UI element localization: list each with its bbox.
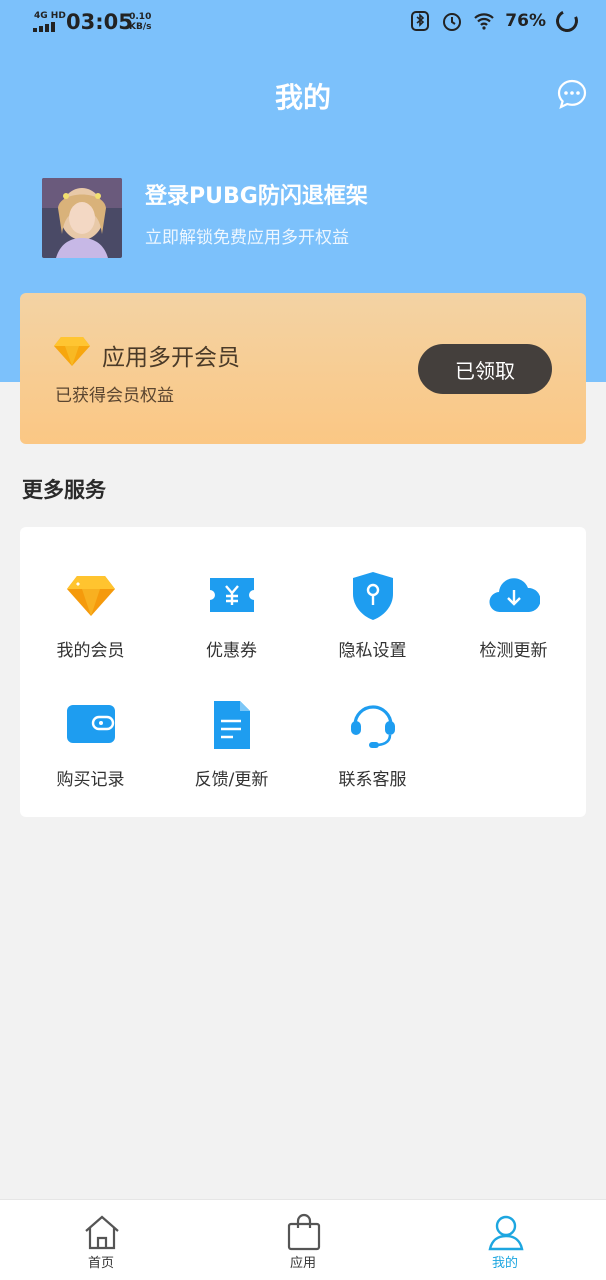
user-icon xyxy=(488,1215,524,1251)
service-label: 隐私设置 xyxy=(338,641,407,661)
bottom-tab-bar: 首页 应用 我的 xyxy=(0,1199,606,1280)
shopping-bag-icon xyxy=(287,1213,321,1251)
diamond-icon xyxy=(54,337,90,366)
shield-icon xyxy=(353,572,393,620)
avatar[interactable] xyxy=(42,178,122,258)
service-contact-support[interactable]: 联系客服 xyxy=(302,699,443,819)
coupon-icon xyxy=(210,578,254,612)
login-subtitle: 立即解锁免费应用多开权益 xyxy=(145,228,349,248)
service-label: 反馈/更新 xyxy=(194,770,269,790)
section-title: 更多服务 xyxy=(22,478,106,502)
cloud-download-icon xyxy=(489,578,540,613)
network-speed: 0.10 KB/s xyxy=(129,12,152,32)
login-title[interactable]: 登录PUBG防闪退框架 xyxy=(145,178,368,210)
status-time: 03:05 xyxy=(66,10,133,34)
service-purchase-history[interactable]: 购买记录 xyxy=(20,699,161,819)
vip-title: 应用多开会员 xyxy=(102,345,240,371)
network-type: 4G HD xyxy=(34,11,66,21)
home-icon xyxy=(85,1215,119,1250)
service-coupon[interactable]: 优惠券 xyxy=(161,570,302,690)
document-icon xyxy=(214,701,250,749)
headset-icon xyxy=(351,705,395,748)
service-my-membership[interactable]: 我的会员 xyxy=(20,570,161,690)
service-label: 购买记录 xyxy=(56,770,125,790)
service-privacy[interactable]: 隐私设置 xyxy=(302,570,443,690)
alarm-icon xyxy=(443,13,462,31)
service-feedback[interactable]: 反馈/更新 xyxy=(161,699,302,819)
tab-mine[interactable]: 我的 xyxy=(404,1200,606,1280)
diamond-icon xyxy=(67,576,115,616)
vip-subtitle: 已获得会员权益 xyxy=(55,386,174,406)
claimed-button[interactable]: 已领取 xyxy=(418,344,552,394)
service-label: 检测更新 xyxy=(479,641,548,661)
status-bar: 4G HD 03:05 0.10 KB/s 76% xyxy=(0,0,606,48)
battery-ring-icon xyxy=(552,6,582,36)
services-grid: 我的会员 优惠券 隐私设置 检测更新 购买记录 反馈/更新 联系客服 xyxy=(20,527,586,817)
chat-bubble-icon[interactable] xyxy=(556,78,588,110)
wifi-icon xyxy=(474,13,495,30)
service-label: 我的会员 xyxy=(56,641,125,661)
service-check-update[interactable]: 检测更新 xyxy=(443,570,584,690)
tab-apps[interactable]: 应用 xyxy=(202,1200,404,1280)
battery-level: 76% xyxy=(505,11,546,31)
bluetooth-vibrate-icon xyxy=(411,11,430,31)
signal-icon xyxy=(33,22,57,32)
service-label: 优惠券 xyxy=(206,641,257,661)
tab-label: 首页 xyxy=(87,1256,114,1271)
tab-home[interactable]: 首页 xyxy=(0,1200,202,1280)
vip-card: 应用多开会员 已获得会员权益 已领取 xyxy=(20,293,586,444)
tab-label: 应用 xyxy=(289,1256,316,1271)
wallet-icon xyxy=(67,705,115,743)
page-title: 我的 xyxy=(274,81,331,114)
service-label: 联系客服 xyxy=(338,770,407,790)
tab-label: 我的 xyxy=(491,1256,518,1271)
